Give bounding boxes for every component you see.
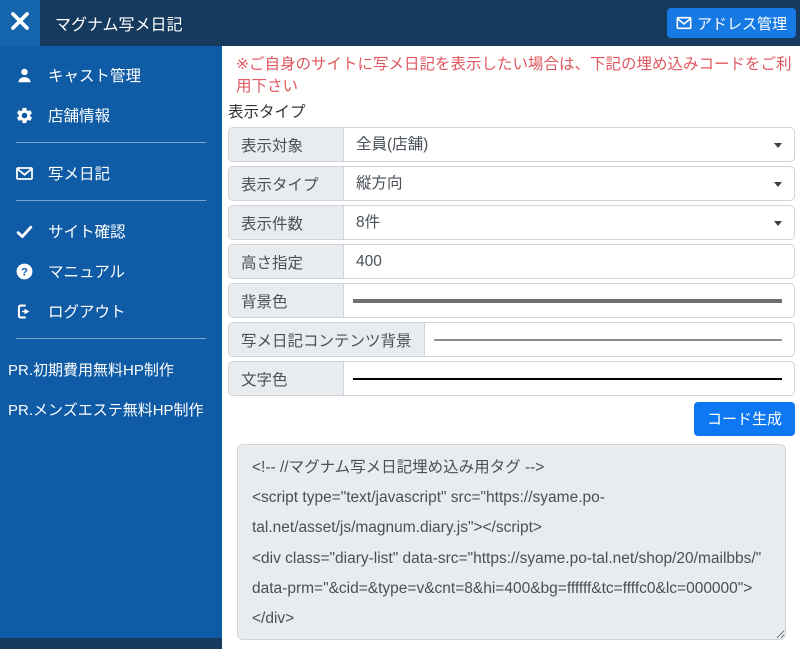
gear-icon: [15, 106, 34, 125]
app-title: マグナム写メ日記: [55, 11, 183, 35]
svg-text:?: ?: [21, 266, 28, 278]
sidebar-divider: [16, 142, 206, 143]
sidebar-item-label: ログアウト: [48, 300, 126, 322]
display-target-select[interactable]: 全員(店舗): [344, 128, 794, 161]
form-row-bg-color: 背景色: [228, 283, 795, 318]
form-row-display-type: 表示タイプ 縦方向: [228, 166, 795, 201]
field-label: 背景色: [229, 284, 344, 317]
field-label: 表示対象: [229, 128, 344, 161]
address-manage-button[interactable]: アドレス管理: [667, 8, 796, 38]
question-icon: ?: [15, 262, 34, 281]
address-manage-label: アドレス管理: [697, 13, 787, 34]
form-row-display-count: 表示件数 8件: [228, 205, 795, 240]
sidebar-item-shop-info[interactable]: 店舗情報: [0, 95, 222, 135]
text-color-swatch[interactable]: [353, 378, 782, 380]
sidebar-item-logout[interactable]: ログアウト: [0, 291, 222, 331]
bg-color-swatch[interactable]: [353, 299, 782, 303]
form-row-height: 高さ指定: [228, 244, 795, 279]
sidebar-item-label: 写メ日記: [48, 162, 110, 184]
sidebar-item-label: マニュアル: [48, 260, 125, 282]
form-row-content-bg-color: 写メ日記コンテンツ背景: [228, 322, 795, 357]
field-label: 写メ日記コンテンツ背景: [229, 323, 425, 356]
sidebar-item-label: 店舗情報: [48, 104, 110, 126]
main-content: ※ご自身のサイトに写メ日記を表示したい場合は、下記の埋め込みコードをご利用下さい…: [222, 46, 800, 649]
sidebar-item-cast-manage[interactable]: キャスト管理: [0, 55, 222, 95]
sidebar-item-site-check[interactable]: サイト確認: [0, 211, 222, 251]
form-row-display-target: 表示対象 全員(店舗): [228, 127, 795, 162]
field-label: 表示タイプ: [229, 167, 344, 200]
user-icon: [15, 66, 34, 85]
pr-link-free-hp[interactable]: PR.初期費用無料HP制作: [0, 349, 222, 389]
generate-button-row: コード生成: [228, 402, 795, 436]
embed-code-textarea[interactable]: <!-- //マグナム写メ日記埋め込み用タグ --> <script type=…: [237, 444, 786, 640]
envelope-icon: [676, 16, 692, 30]
pr-link-mens-esthe-hp[interactable]: PR.メンズエステ無料HP制作: [0, 389, 222, 429]
logout-icon: [15, 302, 34, 321]
sidebar-item-manual[interactable]: ? マニュアル: [0, 251, 222, 291]
sidebar-item-label: サイト確認: [48, 220, 126, 242]
height-input[interactable]: [344, 253, 794, 271]
sidebar-divider: [16, 200, 206, 201]
sidebar: キャスト管理 店舗情報 写メ日記 サイト確認: [0, 46, 222, 638]
top-bar: マグナム写メ日記 アドレス管理: [0, 0, 800, 46]
form-row-text-color: 文字色: [228, 361, 795, 396]
section-heading: 表示タイプ: [228, 100, 795, 122]
envelope-icon: [15, 164, 34, 183]
generate-code-button[interactable]: コード生成: [694, 402, 795, 436]
sidebar-item-label: キャスト管理: [48, 64, 141, 86]
sidebar-divider: [16, 338, 206, 339]
field-label: 文字色: [229, 362, 344, 395]
menu-toggle-button[interactable]: [0, 0, 40, 46]
sidebar-item-photo-diary[interactable]: 写メ日記: [0, 153, 222, 193]
sidebar-bottom-strip: [0, 638, 222, 649]
check-icon: [15, 222, 34, 241]
embed-code-notice: ※ご自身のサイトに写メ日記を表示したい場合は、下記の埋め込みコードをご利用下さい: [236, 54, 795, 98]
content-bg-color-swatch[interactable]: [434, 339, 782, 341]
field-label: 高さ指定: [229, 245, 344, 278]
display-type-select[interactable]: 縦方向: [344, 167, 794, 200]
field-label: 表示件数: [229, 206, 344, 239]
display-count-select[interactable]: 8件: [344, 206, 794, 239]
close-icon: [7, 8, 33, 39]
